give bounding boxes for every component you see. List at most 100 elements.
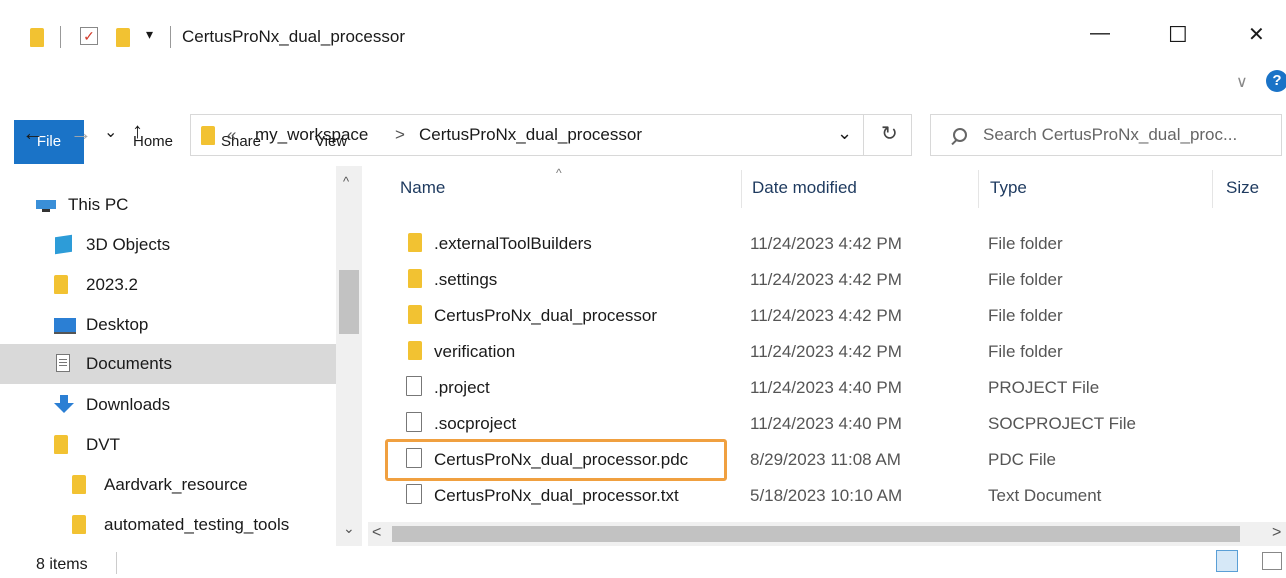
file-date: 11/24/2023 4:40 PM — [750, 378, 902, 397]
forward-button[interactable]: → — [70, 120, 92, 146]
large-icons-view-icon[interactable] — [1262, 552, 1282, 570]
overflow-crumb[interactable]: « — [227, 125, 236, 145]
nav-item-aardvark-resource[interactable]: Aardvark_resource — [18, 466, 338, 504]
column-divider[interactable] — [741, 170, 742, 208]
crumb-current-folder[interactable]: CertusProNx_dual_processor — [419, 125, 642, 145]
file-type: PROJECT File — [988, 378, 1100, 397]
customize-qat-icon[interactable]: ▾ — [146, 26, 153, 43]
folder-icon — [408, 269, 422, 288]
file-name: .settings — [434, 270, 498, 289]
documents-icon — [54, 354, 76, 374]
file-name: .project — [434, 378, 490, 397]
file-date: 8/29/2023 11:08 AM — [750, 450, 901, 469]
expand-ribbon-icon[interactable]: ∨ — [1236, 72, 1248, 92]
nav-item-2023-2[interactable]: 2023.2 — [18, 266, 338, 304]
file-type: Text Document — [988, 486, 1102, 505]
file-date: 11/24/2023 4:42 PM — [750, 306, 902, 325]
column-divider[interactable] — [978, 170, 979, 208]
file-row[interactable]: .settings 11/24/2023 4:42 PM File folder — [382, 262, 1286, 298]
help-icon[interactable]: ? — [1266, 70, 1286, 92]
file-type: PDC File — [988, 450, 1057, 469]
scroll-up-icon[interactable]: ^ — [343, 174, 349, 189]
column-header-name[interactable]: Name — [400, 178, 445, 214]
item-count: 8 items — [36, 556, 88, 573]
recent-locations-button[interactable]: ⌄ — [104, 122, 117, 142]
divider — [116, 552, 117, 574]
nav-scrollbar[interactable]: ^ ⌄ — [336, 166, 362, 546]
file-type: File folder — [988, 342, 1063, 361]
folder-icon — [201, 126, 215, 145]
back-button[interactable]: ← — [22, 120, 44, 146]
nav-item-label: Desktop — [86, 315, 149, 334]
file-row[interactable]: .socproject 11/24/2023 4:40 PM SOCPROJEC… — [382, 406, 1286, 442]
file-date: 5/18/2023 10:10 AM — [750, 486, 903, 505]
nav-item-label: 3D Objects — [86, 235, 171, 254]
refresh-button[interactable]: ↻ — [881, 121, 898, 146]
column-header-type[interactable]: Type — [990, 178, 1027, 214]
folder-icon — [30, 28, 44, 47]
file-name: verification — [434, 342, 516, 361]
file-name: .socproject — [434, 414, 517, 433]
search-input[interactable]: Search CertusProNx_dual_proc... — [983, 125, 1237, 145]
sort-ascending-icon: ^ — [556, 166, 562, 180]
scroll-down-icon[interactable]: ⌄ — [343, 520, 355, 537]
nav-item-label: Downloads — [86, 395, 171, 414]
close-button[interactable]: ✕ — [1248, 22, 1265, 47]
divider — [170, 26, 171, 48]
search-box[interactable]: Search CertusProNx_dual_proc... — [930, 114, 1282, 156]
column-header-size[interactable]: Size — [1226, 178, 1259, 214]
folder-icon — [54, 435, 76, 455]
file-type: File folder — [988, 270, 1063, 289]
file-name: CertusProNx_dual_processor.txt — [434, 486, 679, 505]
file-date: 11/24/2023 4:42 PM — [750, 270, 902, 289]
window-title: CertusProNx_dual_processor — [182, 27, 405, 46]
horizontal-scrollbar[interactable]: < > — [368, 522, 1286, 546]
properties-icon[interactable]: ✓ — [80, 27, 98, 45]
column-header-date[interactable]: Date modified — [752, 178, 857, 214]
status-bar: 8 items — [0, 546, 1286, 578]
minimize-button[interactable]: — — [1090, 22, 1110, 45]
nav-item-documents[interactable]: Documents — [0, 344, 336, 384]
address-bar[interactable]: « my_workspace > CertusProNx_dual_proces… — [190, 114, 912, 156]
file-icon — [406, 412, 422, 432]
nav-item-3d-objects[interactable]: 3D Objects — [18, 226, 338, 264]
new-folder-icon[interactable] — [116, 28, 130, 47]
file-row[interactable]: .project 11/24/2023 4:40 PM PROJECT File — [382, 370, 1286, 406]
nav-item-label: Documents — [86, 354, 172, 373]
nav-item-automated-testing-tools[interactable]: automated_testing_tools — [18, 506, 338, 544]
file-row[interactable]: verification 11/24/2023 4:42 PM File fol… — [382, 334, 1286, 370]
details-view-icon[interactable] — [1216, 550, 1238, 572]
up-button[interactable]: ↑ — [132, 118, 143, 144]
cube-icon — [54, 234, 76, 255]
maximize-button[interactable]: ☐ — [1168, 22, 1188, 48]
ribbon: File Home Share View ∨ ? — [0, 60, 1286, 164]
divider — [863, 115, 864, 155]
pc-icon — [36, 200, 58, 212]
nav-item-desktop[interactable]: Desktop — [18, 306, 338, 344]
divider — [60, 26, 61, 48]
folder-icon — [54, 275, 76, 295]
column-divider[interactable] — [1212, 170, 1213, 208]
address-dropdown-button[interactable]: ⌄ — [837, 123, 852, 144]
file-name: .externalToolBuilders — [434, 234, 592, 253]
crumb-separator[interactable]: > — [395, 125, 405, 145]
nav-item-downloads[interactable]: Downloads — [18, 386, 338, 424]
file-type: File folder — [988, 306, 1063, 325]
scroll-right-icon[interactable]: > — [1272, 524, 1281, 542]
nav-scrollbar-thumb[interactable] — [339, 270, 359, 334]
file-row[interactable]: .externalToolBuilders 11/24/2023 4:42 PM… — [382, 226, 1286, 262]
nav-item-label: automated_testing_tools — [104, 515, 290, 534]
nav-item-dvt[interactable]: DVT — [18, 426, 338, 464]
search-icon-handle — [951, 138, 958, 146]
crumb-my-workspace[interactable]: my_workspace — [255, 125, 368, 145]
file-row[interactable]: CertusProNx_dual_processor 11/24/2023 4:… — [382, 298, 1286, 334]
nav-item-this-pc[interactable]: This PC — [18, 186, 338, 224]
highlight-box — [385, 439, 727, 481]
horizontal-scrollbar-thumb[interactable] — [392, 526, 1240, 542]
download-icon — [54, 395, 76, 415]
file-row[interactable]: CertusProNx_dual_processor.txt 5/18/2023… — [382, 478, 1286, 514]
scroll-left-icon[interactable]: < — [372, 524, 381, 542]
file-type: File folder — [988, 234, 1063, 253]
nav-item-label: DVT — [86, 435, 120, 454]
nav-item-label: This PC — [68, 195, 129, 214]
